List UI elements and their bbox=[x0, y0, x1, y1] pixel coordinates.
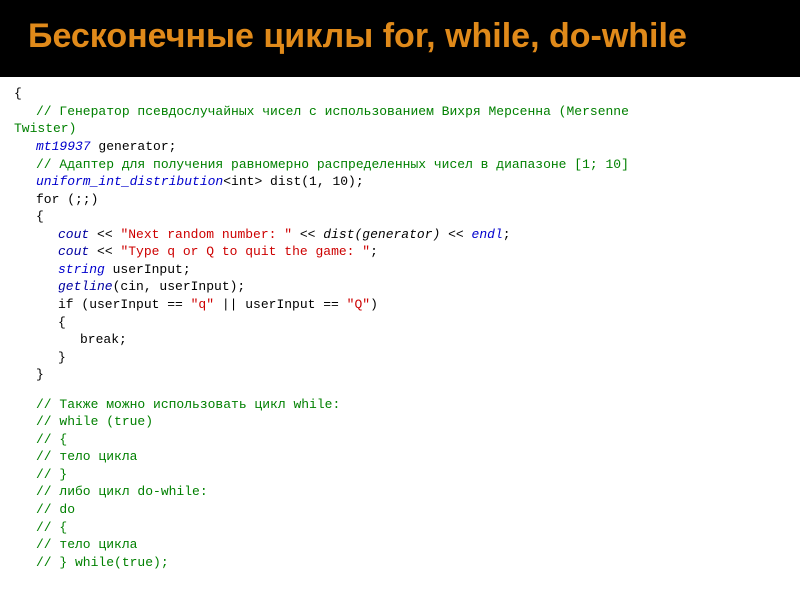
comment: // { bbox=[36, 520, 67, 535]
if-stmt: ) bbox=[370, 297, 378, 312]
comment: // Генератор псевдослучайных чисел с исп… bbox=[36, 104, 629, 119]
comment: // { bbox=[36, 432, 67, 447]
semicolon: ; bbox=[503, 227, 511, 242]
type: uniform_int_distribution bbox=[36, 174, 223, 189]
spacer bbox=[14, 384, 786, 396]
code-line: string userInput; bbox=[14, 261, 786, 279]
type: string bbox=[58, 262, 105, 277]
string: "q" bbox=[191, 297, 214, 312]
cout: cout bbox=[58, 244, 89, 259]
code-line: { bbox=[14, 208, 786, 226]
op: << bbox=[89, 227, 120, 242]
comment: // Адаптер для получения равномерно расп… bbox=[36, 157, 629, 172]
comment: // } while(true); bbox=[36, 555, 169, 570]
string: "Q" bbox=[347, 297, 370, 312]
comment: Twister) bbox=[14, 121, 76, 136]
brace: { bbox=[14, 86, 22, 101]
code-line: // } bbox=[14, 466, 786, 484]
brace: } bbox=[58, 350, 66, 365]
comment: // либо цикл do-while: bbox=[36, 484, 208, 499]
comment: // тело цикла bbox=[36, 449, 137, 464]
code-line: // do bbox=[14, 501, 786, 519]
code-line: for (;;) bbox=[14, 191, 786, 209]
code-block: { // Генератор псевдослучайных чисел с и… bbox=[0, 77, 800, 581]
call: dist(generator) bbox=[323, 227, 440, 242]
code-line: { bbox=[14, 85, 786, 103]
code-line: } bbox=[14, 366, 786, 384]
code-line: // либо цикл do-while: bbox=[14, 483, 786, 501]
op: << bbox=[89, 244, 120, 259]
code-line: } bbox=[14, 349, 786, 367]
code-line: // while (true) bbox=[14, 413, 786, 431]
brace: } bbox=[36, 367, 44, 382]
comment: // } bbox=[36, 467, 67, 482]
code-line: // Генератор псевдослучайных чисел с исп… bbox=[14, 103, 786, 121]
declaration: generator; bbox=[91, 139, 177, 154]
code-line: // } while(true); bbox=[14, 554, 786, 572]
string: "Next random number: " bbox=[120, 227, 292, 242]
brace: { bbox=[58, 315, 66, 330]
for-stmt: for (;;) bbox=[36, 192, 98, 207]
slide-header: Бесконечные циклы for, while, do-while bbox=[0, 0, 800, 77]
string: "Type q or Q to quit the game: " bbox=[120, 244, 370, 259]
break: break; bbox=[80, 332, 127, 347]
code-line: // тело цикла bbox=[14, 448, 786, 466]
code-line: // { bbox=[14, 431, 786, 449]
if-stmt: if (userInput == bbox=[58, 297, 191, 312]
brace: { bbox=[36, 209, 44, 224]
code-line: cout << "Next random number: " << dist(g… bbox=[14, 226, 786, 244]
cout: cout bbox=[58, 227, 89, 242]
if-stmt: || userInput == bbox=[214, 297, 347, 312]
code-line: mt19937 generator; bbox=[14, 138, 786, 156]
op: << bbox=[440, 227, 471, 242]
call: getline bbox=[58, 279, 113, 294]
comment: // тело цикла bbox=[36, 537, 137, 552]
comment: // Также можно использовать цикл while: bbox=[36, 397, 340, 412]
args: (cin, userInput); bbox=[113, 279, 246, 294]
code-line: Twister) bbox=[14, 120, 786, 138]
declaration: <int> dist(1, 10); bbox=[223, 174, 363, 189]
code-line: // { bbox=[14, 519, 786, 537]
code-line: getline(cin, userInput); bbox=[14, 278, 786, 296]
code-line: break; bbox=[14, 331, 786, 349]
type: mt19937 bbox=[36, 139, 91, 154]
comment: // do bbox=[36, 502, 75, 517]
code-line: // Адаптер для получения равномерно расп… bbox=[14, 156, 786, 174]
declaration: userInput; bbox=[105, 262, 191, 277]
code-line: { bbox=[14, 314, 786, 332]
comment: // while (true) bbox=[36, 414, 153, 429]
code-line: cout << "Type q or Q to quit the game: "… bbox=[14, 243, 786, 261]
endl: endl bbox=[472, 227, 503, 242]
op: << bbox=[292, 227, 323, 242]
code-line: uniform_int_distribution<int> dist(1, 10… bbox=[14, 173, 786, 191]
code-line: // тело цикла bbox=[14, 536, 786, 554]
semicolon: ; bbox=[370, 244, 378, 259]
code-line: // Также можно использовать цикл while: bbox=[14, 396, 786, 414]
slide-title: Бесконечные циклы for, while, do-while bbox=[28, 18, 772, 55]
code-line: if (userInput == "q" || userInput == "Q"… bbox=[14, 296, 786, 314]
